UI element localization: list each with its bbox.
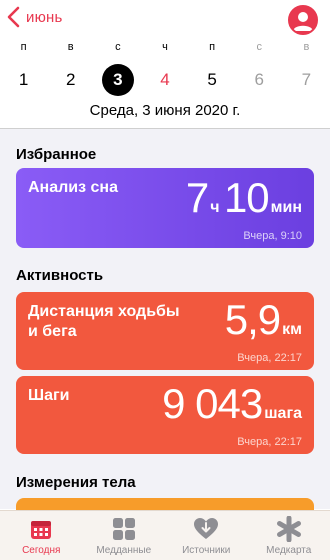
chevron-left-icon [7, 6, 20, 28]
weekday-label: в [303, 41, 310, 53]
steps-number: 9 043 [162, 380, 263, 427]
activity-heading: Активность [16, 267, 104, 284]
tab-bar: Сегодня Медданные Источники Медкарта [0, 510, 330, 560]
distance-label-line1: Дистанция ходьбы [28, 303, 180, 320]
heart-download-icon [194, 518, 219, 539]
date-row: 1 2 3 4 5 6 7 [0, 64, 330, 96]
sleep-card-label: Анализ сна [28, 179, 118, 196]
asterisk-icon [276, 516, 301, 542]
weekday-label: в [67, 41, 74, 53]
walking-distance-card[interactable]: Дистанция ходьбы и бега 5,9 км Вчера, 22:… [16, 292, 314, 370]
steps-unit: шага [264, 405, 302, 422]
sleep-analysis-card[interactable]: Анализ сна 7ч 10 мин Вчера, 9:10 [16, 168, 314, 248]
tab-sources[interactable]: Источники [165, 511, 248, 560]
sleep-hours: 7 [185, 174, 209, 221]
sleep-minutes-unit: мин [270, 199, 302, 216]
weekday-label: с [256, 41, 263, 53]
sleep-value: 7ч 10 мин [186, 174, 302, 222]
sleep-hours-unit: ч [210, 199, 220, 216]
distance-number: 5,9 [224, 296, 281, 343]
tab-medical-id-label: Медкарта [266, 545, 312, 556]
tab-today[interactable]: Сегодня [0, 511, 83, 560]
profile-avatar-button[interactable] [288, 5, 318, 35]
date-day-5[interactable]: 5 [189, 64, 236, 96]
back-label: июнь [26, 8, 63, 26]
tab-today-label: Сегодня [22, 545, 61, 556]
tab-sources-label: Источники [182, 545, 231, 556]
date-day-1[interactable]: 1 [0, 64, 47, 96]
distance-card-label: Дистанция ходьбы и бега [28, 302, 180, 342]
distance-unit: км [282, 321, 302, 338]
date-day-2[interactable]: 2 [47, 64, 94, 96]
top-nav: июнь [0, 0, 330, 40]
tab-health-data[interactable]: Медданные [83, 511, 166, 560]
back-button[interactable]: июнь [6, 6, 63, 28]
date-day-3-selected[interactable]: 3 [94, 64, 141, 96]
person-icon [293, 12, 313, 31]
weekday-label: п [209, 41, 216, 53]
weekday-row: п в с ч п с в [0, 41, 330, 53]
distance-timestamp: Вчера, 22:17 [237, 352, 302, 364]
calendar-icon [31, 521, 52, 539]
date-day-4-today[interactable]: 4 [141, 64, 188, 96]
selected-full-date: Среда, 3 июня 2020 г. [89, 102, 241, 119]
date-day-6[interactable]: 6 [236, 64, 283, 96]
steps-timestamp: Вчера, 22:17 [237, 436, 302, 448]
sleep-minutes: 10 [223, 174, 270, 221]
selected-date-number: 3 [101, 64, 134, 96]
steps-card-label: Шаги [28, 387, 70, 404]
distance-value: 5,9 км [225, 296, 302, 344]
distance-label-line2: и бега [28, 323, 77, 340]
favorites-heading: Избранное [16, 146, 97, 163]
weekday-label: ч [162, 41, 168, 53]
steps-card[interactable]: Шаги 9 043 шага Вчера, 22:17 [16, 376, 314, 454]
sleep-timestamp: Вчера, 9:10 [243, 230, 302, 242]
date-day-7[interactable]: 7 [283, 64, 330, 96]
body-measurements-heading: Измерения тела [16, 474, 136, 491]
tab-health-data-label: Медданные [96, 545, 152, 556]
weekday-label: с [115, 41, 121, 53]
weekday-label: п [20, 41, 27, 53]
steps-value: 9 043 шага [162, 380, 302, 428]
tab-medical-id[interactable]: Медкарта [248, 511, 330, 560]
grid-icon [112, 518, 135, 540]
